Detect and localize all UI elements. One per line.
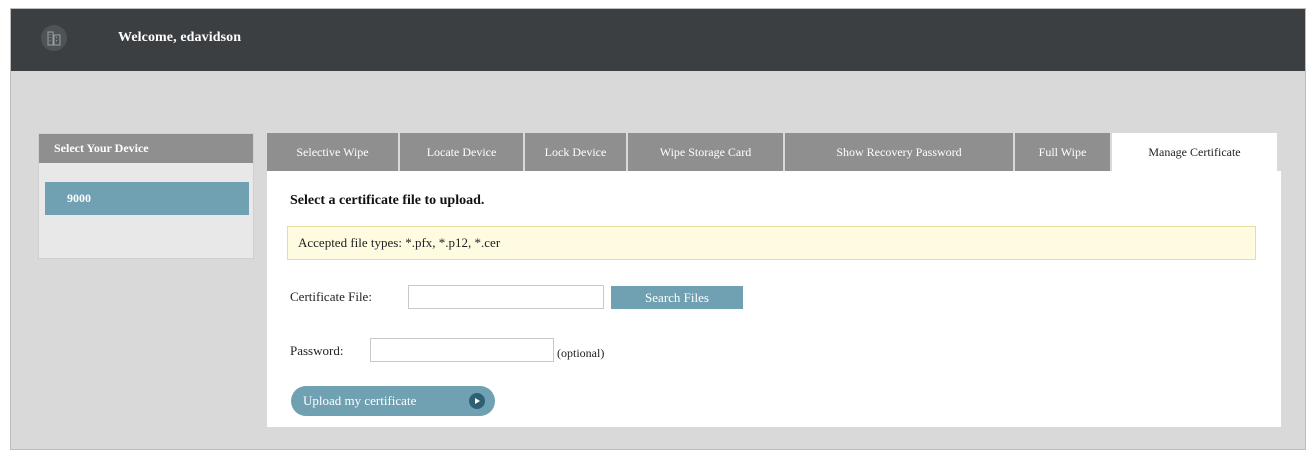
action-tabs: Selective Wipe Locate Device Lock Device… <box>267 133 1277 171</box>
upload-button-label: Upload my certificate <box>303 393 417 408</box>
upload-certificate-button[interactable]: Upload my certificate <box>291 386 495 416</box>
tab-show-recovery-password[interactable]: Show Recovery Password <box>785 133 1015 171</box>
tab-full-wipe[interactable]: Full Wipe <box>1015 133 1112 171</box>
panel-title: Select a certificate file to upload. <box>290 193 485 208</box>
building-icon <box>41 25 67 51</box>
device-item-9000[interactable]: 9000 <box>45 182 249 215</box>
tab-lock-device[interactable]: Lock Device <box>525 133 628 171</box>
top-bar: Welcome, edavidson <box>11 9 1305 71</box>
tab-locate-device[interactable]: Locate Device <box>400 133 525 171</box>
certificate-file-label: Certificate File: <box>290 289 372 304</box>
certificate-file-input[interactable] <box>408 285 604 309</box>
tab-wipe-storage-card[interactable]: Wipe Storage Card <box>628 133 785 171</box>
tab-selective-wipe[interactable]: Selective Wipe <box>267 133 400 171</box>
optional-note: (optional) <box>557 346 605 360</box>
tab-manage-certificate[interactable]: Manage Certificate <box>1112 133 1277 171</box>
accepted-types-notice: Accepted file types: *.pfx, *.p12, *.cer <box>287 226 1256 260</box>
play-circle-icon <box>469 393 485 409</box>
welcome-text: Welcome, edavidson <box>118 30 242 45</box>
search-files-button[interactable]: Search Files <box>611 286 743 309</box>
sidebar-title: Select Your Device <box>39 134 253 163</box>
manage-certificate-panel: Select a certificate file to upload. Acc… <box>267 171 1281 427</box>
app-frame: Welcome, edavidson Select Your Device 90… <box>10 8 1306 450</box>
password-input[interactable] <box>370 338 554 362</box>
password-label: Password: <box>290 343 344 358</box>
device-sidebar: Select Your Device 9000 <box>38 133 254 259</box>
